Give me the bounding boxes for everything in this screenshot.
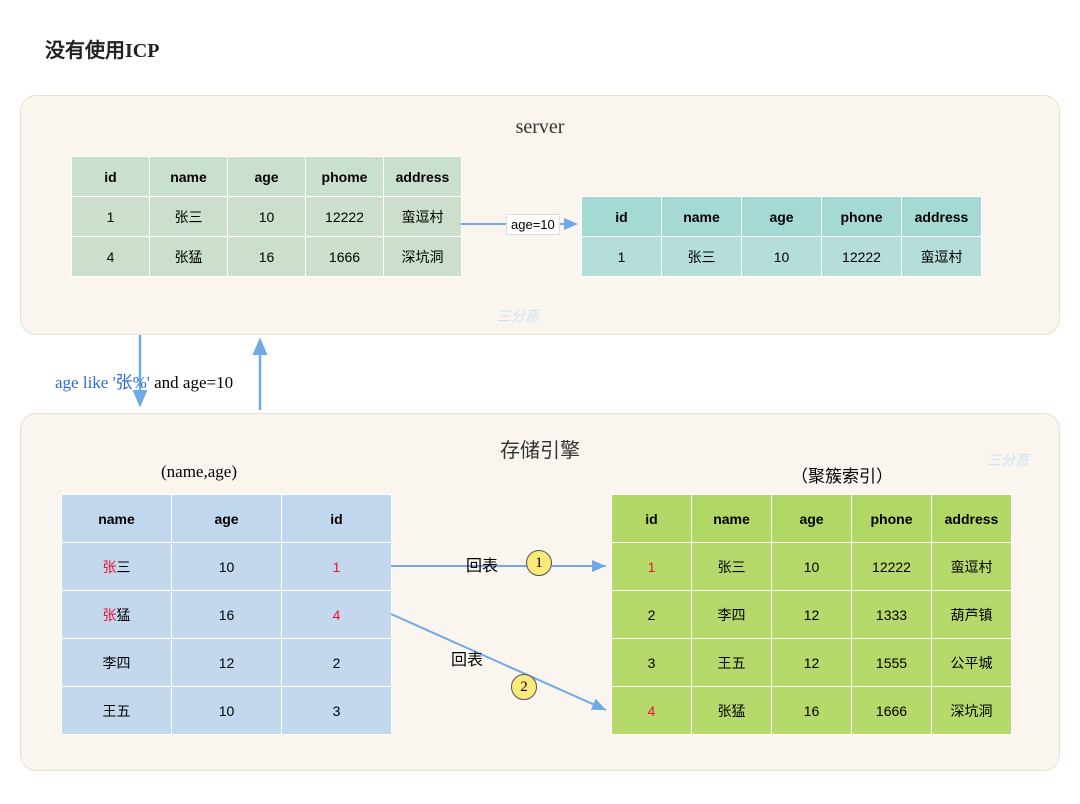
cell: 10 [772,543,852,591]
cell: 16 [172,591,282,639]
table-row: 3 王五 12 1555 公平城 [612,639,1012,687]
index-table: name age id 张三 10 1 张猛 16 4 李四 12 2 王五 1… [61,494,392,735]
cell: 4 [282,591,392,639]
table-row: 李四 12 2 [62,639,392,687]
table-row: 4 张猛 16 1666 深坑洞 [612,687,1012,735]
cell: 蛮逗村 [902,237,982,277]
cell: 12 [172,639,282,687]
col-header: address [932,495,1012,543]
col-header: address [384,157,462,197]
col-header: id [582,197,662,237]
cell: 10 [742,237,822,277]
cell: 10 [228,197,306,237]
cell: 2 [612,591,692,639]
cell: 1555 [852,639,932,687]
cell: 10 [172,687,282,735]
clustered-table: id name age phone address 1 张三 10 12222 … [611,494,1012,735]
col-header: phome [306,157,384,197]
cell: 4 [72,237,150,277]
table-row: 王五 10 3 [62,687,392,735]
index-label: (name,age) [161,462,237,482]
cell: 1 [282,543,392,591]
cell: 12222 [822,237,902,277]
cell: 3 [612,639,692,687]
cell: 张猛 [150,237,228,277]
cell: 10 [172,543,282,591]
table-row: 1 张三 10 12222 蛮逗村 [612,543,1012,591]
cell: 1333 [852,591,932,639]
table-header-row: id name age phone address [582,197,982,237]
cell: 蛮逗村 [384,197,462,237]
table-header-row: id name age phone address [612,495,1012,543]
cell: 张三 [662,237,742,277]
table-row: 2 李四 12 1333 葫芦镇 [612,591,1012,639]
cell: 张猛 [62,591,172,639]
clustered-label: （聚簇索引） [791,462,893,487]
cell: 张三 [150,197,228,237]
table-row: 张三 10 1 [62,543,392,591]
cell: 1 [612,543,692,591]
storage-panel: 存储引擎 (name,age) （聚簇索引） name age id 张三 10… [20,413,1060,771]
col-header: id [612,495,692,543]
cell: 16 [228,237,306,277]
cell: 李四 [692,591,772,639]
cell: 张三 [692,543,772,591]
lookup-label-2: 回表 [451,646,483,670]
storage-title: 存储引擎 [500,434,580,463]
table-header-row: name age id [62,495,392,543]
step-1-circle: 1 [526,550,552,576]
condition-label: age like '张%' and age=10 [55,368,233,393]
cell: 12 [772,591,852,639]
col-header: id [72,157,150,197]
signature: 三分恶 [987,450,1029,470]
col-header: age [772,495,852,543]
table-row: 4 张猛 16 1666 深坑洞 [72,237,462,277]
cell: 王五 [692,639,772,687]
cell: 王五 [62,687,172,735]
table-row: 张猛 16 4 [62,591,392,639]
col-header: name [662,197,742,237]
col-header: name [62,495,172,543]
cell: 李四 [62,639,172,687]
table-row: 1 张三 10 12222 蛮逗村 [582,237,982,277]
cell: 张猛 [692,687,772,735]
cell: 16 [772,687,852,735]
col-header: phone [822,197,902,237]
signature: 三分恶 [497,306,539,326]
cell: 1 [72,197,150,237]
page-title: 没有使用ICP [45,34,159,63]
cell: 2 [282,639,392,687]
step-2-circle: 2 [511,674,537,700]
cell: 张三 [62,543,172,591]
cell: 3 [282,687,392,735]
col-header: age [742,197,822,237]
col-header: age [228,157,306,197]
server-panel: server id name age phome address 1 张三 10… [20,95,1060,335]
lookup-label-1: 回表 [466,552,498,576]
col-header: id [282,495,392,543]
table-header-row: id name age phome address [72,157,462,197]
cell: 1 [582,237,662,277]
cell: 葫芦镇 [932,591,1012,639]
filter-label: age=10 [506,214,560,235]
cell: 蛮逗村 [932,543,1012,591]
server-left-table: id name age phome address 1 张三 10 12222 … [71,156,462,277]
col-header: address [902,197,982,237]
server-right-table: id name age phone address 1 张三 10 12222 … [581,196,982,277]
server-title: server [516,116,565,139]
table-row: 1 张三 10 12222 蛮逗村 [72,197,462,237]
cell: 12222 [852,543,932,591]
cell: 深坑洞 [384,237,462,277]
cell: 公平城 [932,639,1012,687]
cell: 12222 [306,197,384,237]
cell: 深坑洞 [932,687,1012,735]
col-header: name [692,495,772,543]
col-header: name [150,157,228,197]
cell: 4 [612,687,692,735]
cell: 1666 [852,687,932,735]
col-header: age [172,495,282,543]
cell: 1666 [306,237,384,277]
col-header: phone [852,495,932,543]
cell: 12 [772,639,852,687]
